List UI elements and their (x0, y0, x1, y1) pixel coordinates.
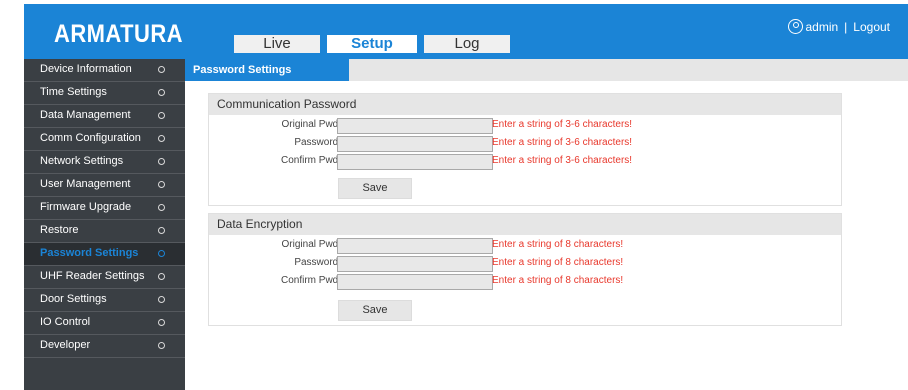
save-button[interactable]: Save (338, 178, 412, 199)
sidebar-item-comm-configuration[interactable]: Comm Configuration (24, 128, 185, 151)
sidebar-item-developer[interactable]: Developer (24, 335, 185, 358)
field-hint: Enter a string of 8 characters! (492, 257, 624, 268)
sidebar: Device Information Time Settings Data Ma… (24, 59, 185, 390)
circle-icon (158, 296, 165, 303)
field-label: Confirm Pwd: (280, 155, 341, 166)
sidebar-item-label: Network Settings (40, 155, 124, 167)
field-hint: Enter a string of 3-6 characters! (492, 155, 633, 166)
circle-icon (158, 227, 165, 234)
sidebar-item-label: Time Settings (40, 86, 107, 98)
circle-icon (158, 135, 165, 142)
circle-icon (158, 250, 165, 257)
sidebar-item-time-settings[interactable]: Time Settings (24, 82, 185, 105)
sidebar-item-door-settings[interactable]: Door Settings (24, 289, 185, 312)
password-input[interactable] (337, 256, 493, 272)
sidebar-item-restore[interactable]: Restore (24, 220, 185, 243)
panel-tab-bar (349, 59, 908, 81)
sidebar-item-label: Password Settings (40, 247, 139, 259)
circle-icon (158, 273, 165, 280)
circle-icon (158, 112, 165, 119)
sidebar-item-network-settings[interactable]: Network Settings (24, 151, 185, 174)
form-row: Confirm Pwd: Enter a string of 3-6 chara… (209, 154, 841, 170)
sidebar-item-label: Firmware Upgrade (40, 201, 132, 213)
sidebar-item-label: Device Information (40, 63, 132, 75)
tab-live[interactable]: Live (234, 35, 320, 53)
form-row: Password: Enter a string of 3-6 characte… (209, 136, 841, 152)
field-hint: Enter a string of 8 characters! (492, 275, 624, 286)
original-pwd-input[interactable] (337, 238, 493, 254)
sidebar-item-label: Developer (40, 339, 91, 351)
field-label: Original Pwd: (281, 119, 341, 130)
sidebar-item-label: Data Management (40, 109, 131, 121)
separator: | (844, 19, 848, 34)
user-icon (788, 19, 804, 34)
original-pwd-input[interactable] (337, 118, 493, 134)
tab-setup[interactable]: Setup (327, 35, 417, 53)
tab-log[interactable]: Log (424, 35, 510, 53)
data-encryption-section: Data Encryption Original Pwd: Enter a st… (208, 213, 842, 326)
field-label: Original Pwd: (281, 239, 341, 250)
field-label: Confirm Pwd: (280, 275, 341, 286)
sidebar-item-data-management[interactable]: Data Management (24, 105, 185, 128)
sidebar-item-device-information[interactable]: Device Information (24, 59, 185, 82)
form-row: Original Pwd: Enter a string of 8 charac… (209, 238, 841, 254)
circle-icon (158, 319, 165, 326)
form-row: Original Pwd: Enter a string of 3-6 char… (209, 118, 841, 134)
form-row: Confirm Pwd: Enter a string of 8 charact… (209, 274, 841, 290)
sidebar-item-label: Restore (40, 224, 79, 236)
circle-icon (158, 66, 165, 73)
sidebar-item-label: UHF Reader Settings (40, 270, 145, 282)
communication-password-section: Communication Password Original Pwd: Ent… (208, 93, 842, 206)
sidebar-item-label: User Management (40, 178, 131, 190)
panel-tab-title: Password Settings (185, 59, 349, 81)
form-row: Password: Enter a string of 8 characters… (209, 256, 841, 272)
circle-icon (158, 158, 165, 165)
circle-icon (158, 89, 165, 96)
sidebar-item-user-management[interactable]: User Management (24, 174, 185, 197)
confirm-pwd-input[interactable] (337, 154, 493, 170)
circle-icon (158, 181, 165, 188)
field-label: Password: (294, 137, 341, 148)
section-title: Data Encryption (209, 214, 841, 235)
sidebar-item-password-settings[interactable]: Password Settings (24, 243, 185, 266)
section-title: Communication Password (209, 94, 841, 115)
field-hint: Enter a string of 3-6 characters! (492, 137, 633, 148)
circle-icon (158, 204, 165, 211)
sidebar-item-label: Door Settings (40, 293, 107, 305)
confirm-pwd-input[interactable] (337, 274, 493, 290)
password-input[interactable] (337, 136, 493, 152)
save-button[interactable]: Save (338, 300, 412, 321)
field-label: Password: (294, 257, 341, 268)
brand-logo: ARMATURA (54, 20, 183, 48)
field-hint: Enter a string of 8 characters! (492, 239, 624, 250)
sidebar-item-label: IO Control (40, 316, 91, 328)
sidebar-item-firmware-upgrade[interactable]: Firmware Upgrade (24, 197, 185, 220)
username-link[interactable]: admin (805, 20, 838, 34)
field-hint: Enter a string of 3-6 characters! (492, 119, 633, 130)
sidebar-item-label: Comm Configuration (40, 132, 141, 144)
logout-link[interactable]: Logout (853, 20, 890, 34)
user-menu: admin | Logout (788, 19, 890, 34)
sidebar-item-io-control[interactable]: IO Control (24, 312, 185, 335)
circle-icon (158, 342, 165, 349)
sidebar-item-uhf-reader-settings[interactable]: UHF Reader Settings (24, 266, 185, 289)
